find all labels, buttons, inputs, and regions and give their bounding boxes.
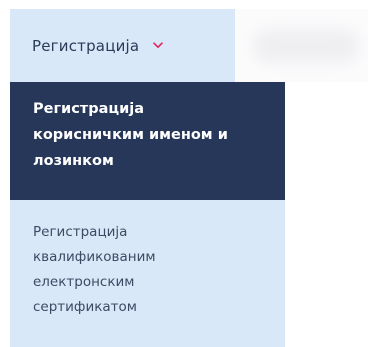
chevron-down-icon [153, 41, 164, 51]
menu-item-label: Регистрација квалификованим електронским… [33, 224, 156, 315]
page: Регистрација Регистрација корисничким им… [0, 0, 368, 347]
registration-dropdown-menu: Регистрација корисничким именом и лозинк… [10, 82, 285, 347]
menu-item-username-password[interactable]: Регистрација корисничким именом и лозинк… [10, 82, 285, 200]
blurred-header-area [235, 9, 368, 82]
registration-nav-tab[interactable]: Регистрација [10, 9, 235, 82]
menu-item-label: Регистрација корисничким именом и лозинк… [33, 101, 228, 169]
blurred-content [253, 29, 359, 63]
menu-item-qualified-certificate[interactable]: Регистрација квалификованим електронским… [10, 200, 285, 347]
registration-nav-label: Регистрација [32, 36, 140, 55]
